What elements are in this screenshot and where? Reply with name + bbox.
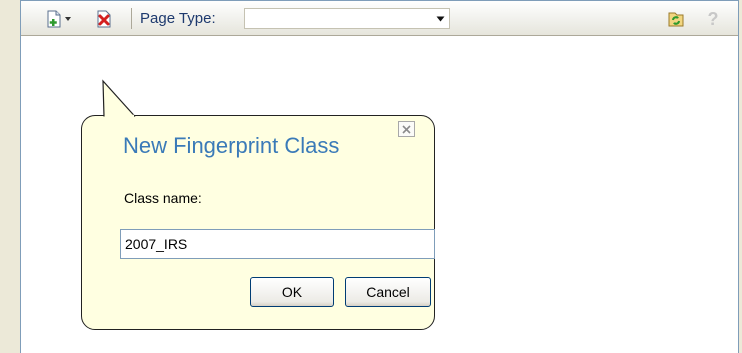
chevron-down-icon [65,17,71,21]
dialog-title: New Fingerprint Class [123,133,340,158]
refresh-button[interactable] [667,10,685,28]
chevron-down-icon [436,16,445,21]
close-button[interactable] [398,121,415,137]
help-button[interactable]: ? [705,9,721,29]
help-icon: ? [707,8,719,29]
page-type-dropdown-button[interactable] [432,9,449,28]
refresh-icon [668,12,684,27]
class-name-label: Class name: [124,190,202,206]
close-icon [402,124,411,134]
class-name-input[interactable] [120,229,435,259]
new-page-button[interactable] [45,10,63,28]
page-type-select[interactable] [244,8,450,29]
page-type-label: Page Type: [140,10,216,27]
delete-icon [97,10,111,28]
ok-button[interactable]: OK [250,277,334,307]
toolbar: Page Type: ? [21,1,738,36]
cancel-button[interactable]: Cancel [345,277,431,307]
new-page-icon [47,10,61,28]
delete-button[interactable] [95,10,113,28]
new-page-dropdown[interactable] [64,10,73,28]
toolbar-separator [131,8,132,29]
